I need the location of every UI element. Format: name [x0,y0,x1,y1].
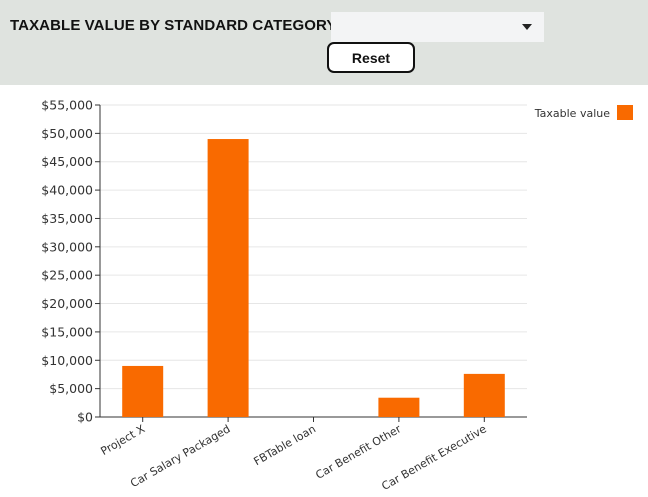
x-tick-label: Project X [99,422,148,458]
y-tick-label: $30,000 [41,239,93,254]
y-tick-label: $45,000 [41,154,93,169]
legend-label: Taxable value [534,107,610,120]
legend-swatch [617,105,633,120]
bar-chart: $0 $5,000 $10,000 $15,000 $20,000 $25,000 $30,… [41,98,633,493]
y-tick-label: $15,000 [41,324,93,339]
y-tick-label: $35,000 [41,211,93,226]
y-tick-label: $55,000 [41,98,93,113]
y-tick-label: $5,000 [49,381,93,396]
x-tick-label: Car Benefit Other [313,422,403,482]
bar [378,397,420,417]
y-tick-label: $40,000 [41,183,93,198]
bar [207,139,249,417]
y-tick-label: $0 [77,410,93,425]
y-tick-label: $10,000 [41,353,93,368]
bar [122,365,164,417]
y-tick-label: $20,000 [41,296,93,311]
bar [463,373,505,417]
y-tick-label: $50,000 [41,126,93,141]
x-tick-label: FBTable loan [251,422,318,468]
y-tick-label: $25,000 [41,268,93,283]
